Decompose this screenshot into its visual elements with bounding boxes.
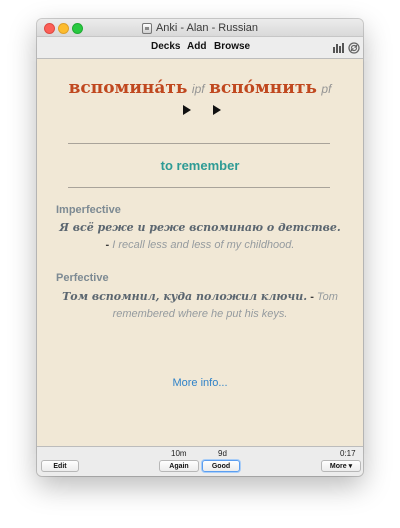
main-toolbar: Decks Add Browse xyxy=(37,37,363,59)
divider-bottom xyxy=(68,187,330,188)
perfective-example-russian: Том вспомнил, куда положил ключи. xyxy=(62,290,308,303)
more-info-link[interactable]: More info... xyxy=(37,377,363,389)
add-link[interactable]: Add xyxy=(187,41,206,52)
good-interval: 9d xyxy=(218,449,227,458)
perfective-label: Perfective xyxy=(56,272,109,284)
headword-line: вспомина́ть ipf вспо́мнить pf xyxy=(37,78,363,98)
imperfective-example-english: I recall less and less of my childhood. xyxy=(112,239,295,251)
again-interval: 10m xyxy=(171,449,187,458)
audio-controls xyxy=(183,105,221,115)
bar-chart-icon[interactable] xyxy=(333,43,344,53)
meaning-text: to remember xyxy=(160,158,240,173)
perfective-aspect-tag: pf xyxy=(321,82,332,96)
play-audio-pf-icon[interactable] xyxy=(213,105,221,115)
decks-link[interactable]: Decks xyxy=(151,41,180,52)
review-timer: 0:17 xyxy=(340,449,356,458)
title-bar: Anki - Alan - Russian xyxy=(37,19,363,37)
sync-icon[interactable] xyxy=(348,42,360,54)
example-separator: - xyxy=(310,291,314,303)
imperfective-example: Я всё реже и реже вспоминаю о детстве. -… xyxy=(57,219,343,254)
anki-window: Anki - Alan - Russian Decks Add Browse в… xyxy=(37,19,363,476)
window-title: Anki - Alan - Russian xyxy=(155,22,259,34)
browse-link[interactable]: Browse xyxy=(214,41,250,52)
example-separator: - xyxy=(105,239,110,251)
imperfective-aspect-tag: ipf xyxy=(191,82,205,96)
anki-app-icon xyxy=(141,22,152,34)
perfective-word: вспо́мнить xyxy=(209,78,317,98)
again-button[interactable]: Again xyxy=(159,460,199,472)
imperfective-example-russian: Я всё реже и реже вспоминаю о детстве. xyxy=(59,221,341,234)
divider-top xyxy=(68,143,330,144)
perfective-example: Том вспомнил, куда положил ключи. - Tom … xyxy=(57,288,343,323)
more-button[interactable]: More ▾ xyxy=(321,460,361,472)
answer-bar: 10m 9d 0:17 Edit Again Good More ▾ xyxy=(37,446,363,476)
imperfective-label: Imperfective xyxy=(56,204,121,216)
play-audio-ipf-icon[interactable] xyxy=(183,105,191,115)
edit-button[interactable]: Edit xyxy=(41,460,79,472)
imperfective-word: вспомина́ть xyxy=(68,78,188,98)
card-review-area: вспомина́ть ipf вспо́мнить pf to remembe… xyxy=(37,59,363,446)
good-button[interactable]: Good xyxy=(202,460,240,472)
